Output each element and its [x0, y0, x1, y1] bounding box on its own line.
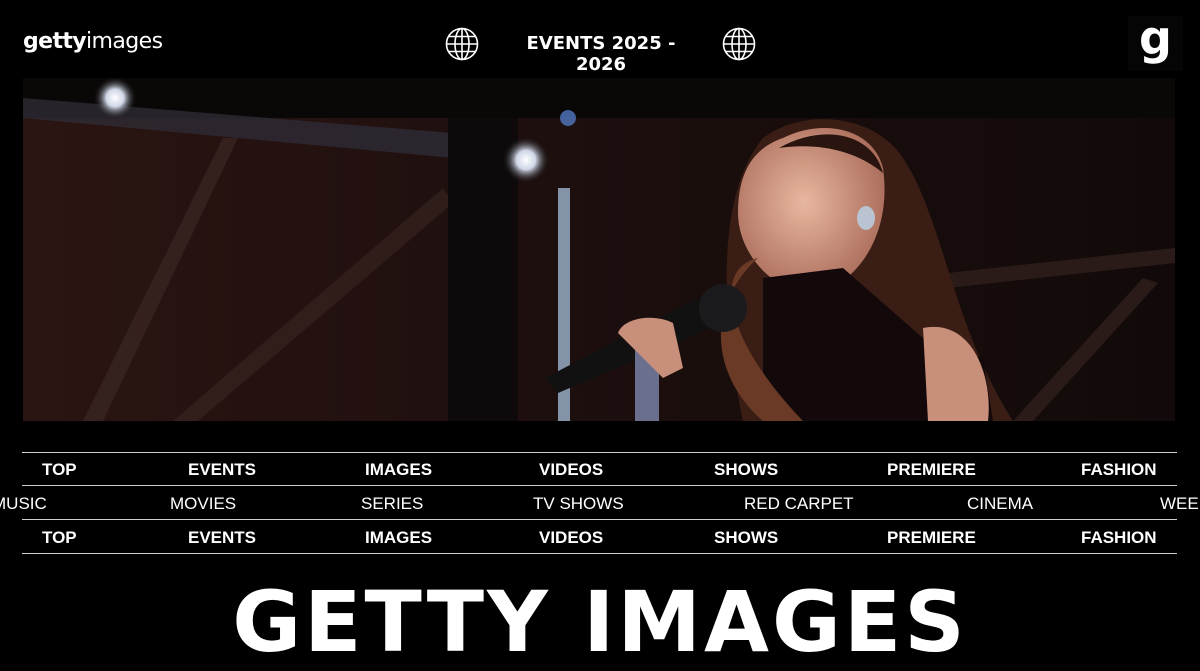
nav-item-events[interactable]: EVENTS [188, 528, 256, 548]
brand-g-logo[interactable]: g [1128, 10, 1183, 71]
nav-item-shows[interactable]: SHOWS [714, 460, 778, 480]
nav-item-images[interactable]: IMAGES [365, 528, 432, 548]
nav-row-bottom: TOP EVENTS IMAGES VIDEOS SHOWS PREMIERE … [0, 520, 1200, 554]
brand-letter: g [1139, 10, 1172, 65]
nav-item-tv-shows[interactable]: TV SHOWS [533, 494, 624, 514]
globe-icon [445, 27, 479, 61]
nav-item-events[interactable]: EVENTS [188, 460, 256, 480]
header-title: EVENTS 2025 - 2026 [526, 33, 676, 75]
nav-item-premiere[interactable]: PREMIERE [887, 460, 976, 480]
nav-divider [22, 553, 1177, 554]
hero-photo [23, 78, 1175, 421]
nav-item-red-carpet[interactable]: RED CARPET [744, 494, 854, 514]
nav-item-fashion[interactable]: FASHION [1081, 460, 1157, 480]
logo-light-text: images [86, 29, 163, 54]
gettyimages-logo[interactable]: gettyimages [23, 29, 163, 54]
nav-item-series[interactable]: SERIES [361, 494, 423, 514]
nav-row-middle: MUSIC MOVIES SERIES TV SHOWS RED CARPET … [0, 486, 1200, 520]
logo-bold-text: getty [23, 29, 87, 54]
nav-item-movies[interactable]: MOVIES [170, 494, 236, 514]
globe-icon [722, 27, 756, 61]
nav-item-fashion[interactable]: FASHION [1081, 528, 1157, 548]
nav-item-top[interactable]: TOP [42, 460, 77, 480]
big-title: GETTY IMAGES [232, 573, 968, 671]
nav-item-premiere[interactable]: PREMIERE [887, 528, 976, 548]
nav-row-top: TOP EVENTS IMAGES VIDEOS SHOWS PREMIERE … [0, 452, 1200, 486]
nav-item-cinema[interactable]: CINEMA [967, 494, 1033, 514]
performer-photo [23, 78, 1175, 421]
nav-item-videos[interactable]: VIDEOS [539, 528, 603, 548]
nav-item-shows[interactable]: SHOWS [714, 528, 778, 548]
nav-item-videos[interactable]: VIDEOS [539, 460, 603, 480]
nav-item-images[interactable]: IMAGES [365, 460, 432, 480]
nav-item-week[interactable]: WEEK [1160, 494, 1200, 514]
nav-item-top[interactable]: TOP [42, 528, 77, 548]
nav-item-music[interactable]: MUSIC [0, 494, 47, 514]
